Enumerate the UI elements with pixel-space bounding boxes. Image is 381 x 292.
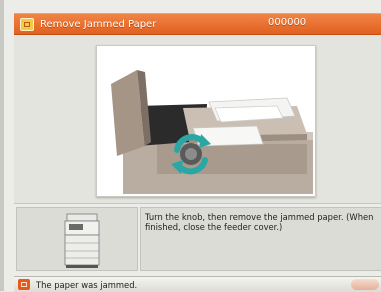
screen-frame: Remove Jammed Paper 000000 Turn the knob… — [0, 0, 381, 292]
status-indicator — [351, 279, 379, 290]
instruction-text: Turn the knob, then remove the jammed pa… — [145, 212, 374, 232]
title-bar: Remove Jammed Paper 000000 — [14, 13, 381, 35]
paper-jam-icon — [20, 17, 34, 31]
status-text: The paper was jammed. — [36, 279, 138, 290]
main-area — [14, 35, 381, 204]
jam-illustration — [96, 45, 316, 197]
error-code: 000000 — [268, 17, 307, 28]
copier-machine-icon — [64, 213, 100, 268]
machine-icon-panel — [16, 207, 138, 271]
instruction-box: Turn the knob, then remove the jammed pa… — [140, 207, 381, 271]
status-bar: The paper was jammed. — [14, 276, 381, 292]
feeder-drawing — [111, 70, 313, 194]
message-panel: Turn the knob, then remove the jammed pa… — [14, 205, 381, 273]
paper-jam-icon — [18, 279, 30, 290]
screen-title: Remove Jammed Paper — [40, 18, 157, 30]
